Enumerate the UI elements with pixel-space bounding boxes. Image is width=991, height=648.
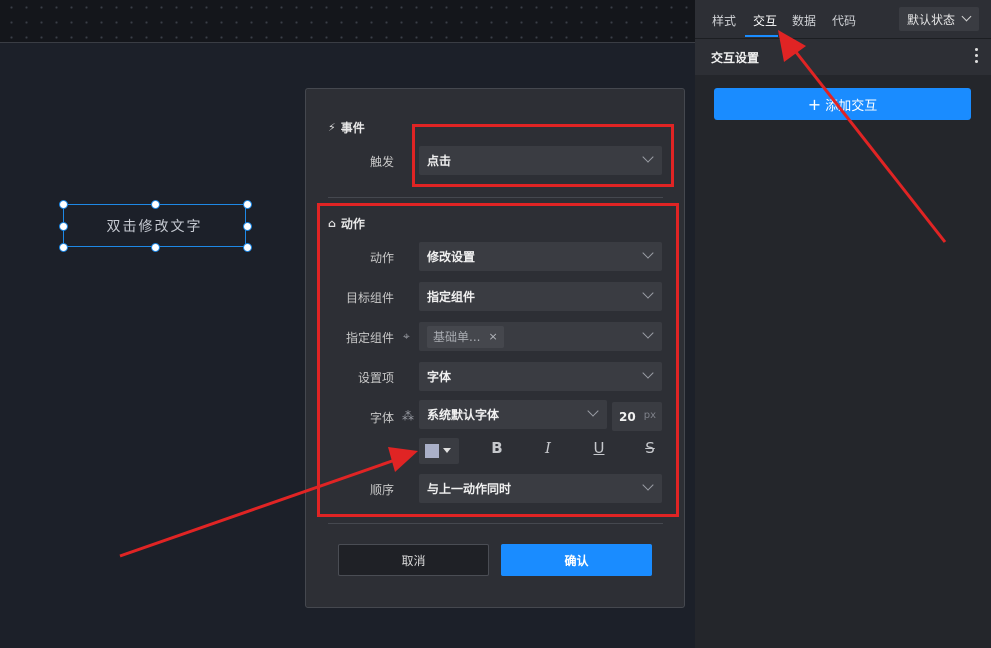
trigger-label: 触发: [369, 155, 394, 169]
cancel-button[interactable]: 取消: [338, 544, 489, 576]
section-title: 交互设置: [711, 51, 760, 65]
confirm-button[interactable]: 确认: [501, 544, 652, 576]
right-properties-panel: 样式 交互 数据 代码 默认状态 交互设置 + 添加交互: [695, 0, 991, 648]
more-options-icon[interactable]: [975, 48, 979, 63]
tab-code[interactable]: 代码: [832, 12, 856, 29]
resize-handle-top-left[interactable]: [59, 200, 68, 209]
resize-handle-right[interactable]: [243, 222, 252, 231]
plus-icon: +: [807, 94, 822, 114]
canvas-ruler-bar: [0, 0, 695, 43]
resize-handle-bottom-right[interactable]: [243, 243, 252, 252]
text-component-label: 双击修改文字: [106, 218, 203, 235]
event-section-title: ⚡ 事件: [328, 121, 365, 135]
tab-interaction[interactable]: 交互: [753, 12, 777, 29]
divider: [328, 197, 663, 198]
chevron-down-icon: [961, 11, 972, 22]
resize-handle-bottom-left[interactable]: [59, 243, 68, 252]
add-interaction-button[interactable]: + 添加交互: [714, 88, 971, 120]
divider: [328, 523, 663, 524]
text-component[interactable]: 双击修改文字: [63, 204, 246, 247]
resize-handle-top[interactable]: [151, 200, 160, 209]
resize-handle-top-right[interactable]: [243, 200, 252, 209]
annotation-box-action: [317, 203, 679, 517]
resize-handle-bottom[interactable]: [151, 243, 160, 252]
active-tab-indicator: [745, 35, 778, 37]
interaction-settings-header: 交互设置: [695, 39, 991, 75]
tab-data[interactable]: 数据: [792, 12, 816, 29]
state-select[interactable]: 默认状态: [899, 7, 979, 31]
resize-handle-left[interactable]: [59, 222, 68, 231]
lightning-icon: ⚡: [328, 121, 336, 134]
panel-tabs: 样式 交互 数据 代码 默认状态: [695, 0, 991, 39]
annotation-box-trigger: [412, 124, 674, 187]
tab-style[interactable]: 样式: [712, 12, 736, 29]
